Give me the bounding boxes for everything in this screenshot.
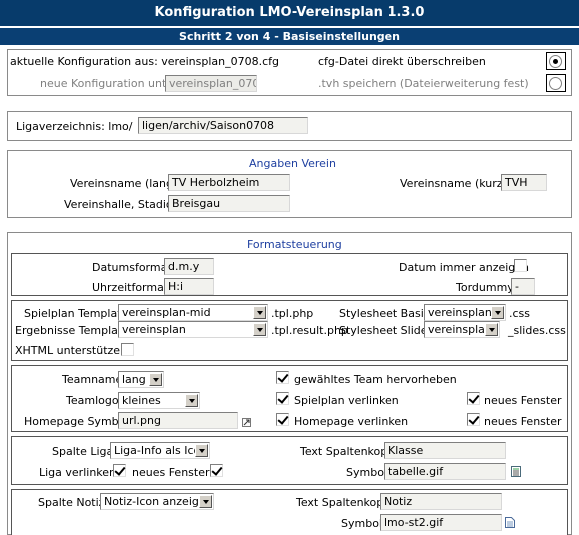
teamlogo-value: kleines	[122, 394, 161, 407]
note-icon	[505, 517, 515, 528]
teamname-label: Teamname	[62, 373, 123, 386]
stylesheet-basis-ext: .css	[509, 307, 531, 320]
verein-long-label: Vereinsname (lang)	[70, 177, 178, 190]
tvh-save-label: .tvh speichern (Dateierweiterung fest)	[318, 77, 529, 90]
stylesheet-slider-value: vereinsplan	[428, 323, 492, 336]
spielplan-template-value: vereinsplan-mid	[122, 306, 211, 319]
homepage-link-icon	[242, 418, 251, 427]
chevron-down-icon	[149, 373, 162, 386]
verein-hall-input[interactable]: Breisgau	[168, 195, 290, 212]
current-config-label: aktuelle Konfiguration aus: vereinsplan_…	[10, 55, 279, 68]
time-format-label: Uhrzeitformat	[92, 281, 169, 294]
result-template-label: Ergebnisse Template	[15, 324, 129, 337]
link-home-new-window-label: neues Fenster	[484, 415, 562, 428]
stylesheet-basis-value: vereinsplan	[428, 306, 492, 319]
date-format-label: Datumsformat	[92, 261, 172, 274]
spalte-notiz-label: Spalte Notiz	[38, 496, 105, 509]
result-template-select[interactable]: vereinsplan	[118, 321, 268, 338]
liga-link-checkbox[interactable]	[113, 464, 126, 477]
stylesheet-slider-label: Stylesheet Slider	[339, 324, 433, 337]
spalte-notiz-select[interactable]: Notiz-Icon anzeigen	[100, 493, 214, 510]
spalte-liga-header-input[interactable]: Klasse	[384, 442, 506, 459]
overwrite-radio[interactable]	[549, 55, 562, 68]
table-icon	[511, 466, 521, 477]
link-plan-label: Spielplan verlinken	[294, 394, 399, 407]
spielplan-template-select[interactable]: vereinsplan-mid	[118, 304, 268, 321]
highlight-team-checkbox[interactable]	[276, 371, 289, 384]
homepage-symbol-label: Homepage Symbol	[24, 415, 129, 428]
result-template-ext: .tpl.result.php	[271, 324, 348, 337]
new-config-input[interactable]: vereinsplan_0708	[165, 75, 257, 92]
spalte-liga-header-label: Text Spaltenkopf	[300, 445, 392, 458]
teamlogo-select[interactable]: kleines	[118, 392, 200, 409]
highlight-team-label: gewähltes Team hervorheben	[294, 373, 457, 386]
overwrite-label: cfg-Datei direkt überschreiben	[318, 55, 486, 68]
link-plan-new-window-checkbox[interactable]	[467, 392, 480, 405]
spalte-liga-value: Liga-Info als Icon	[114, 444, 208, 457]
tordummy-input[interactable]: -	[511, 278, 535, 295]
homepage-symbol-input[interactable]: url.png	[118, 412, 238, 429]
chevron-down-icon	[195, 444, 208, 457]
chevron-down-icon	[485, 323, 498, 336]
xhtml-label: XHTML unterstützen	[15, 344, 128, 357]
stylesheet-slider-select[interactable]: vereinsplan	[424, 321, 500, 338]
chevron-down-icon	[253, 323, 266, 336]
time-format-input[interactable]: H:i	[164, 278, 214, 295]
liga-symbol-input[interactable]: tabelle.gif	[384, 463, 506, 480]
spalte-liga-select[interactable]: Liga-Info als Icon	[110, 442, 210, 459]
tordummy-label: Tordummy	[456, 281, 514, 294]
liga-new-window-checkbox[interactable]	[210, 464, 223, 477]
liga-dir-input[interactable]: ligen/archiv/Saison0708	[138, 117, 308, 134]
date-always-label: Datum immer anzeigen	[399, 261, 530, 274]
chevron-down-icon	[253, 306, 266, 319]
link-home-label: Homepage verlinken	[294, 415, 409, 428]
spalte-notiz-header-input[interactable]: Notiz	[380, 493, 502, 510]
verein-header: Angaben Verein	[249, 157, 336, 170]
tvh-radio[interactable]	[549, 77, 562, 90]
chevron-down-icon	[199, 495, 212, 508]
verein-long-input[interactable]: TV Herbolzheim	[168, 174, 290, 191]
chevron-down-icon	[185, 394, 198, 407]
teamname-value: lang	[122, 373, 146, 386]
step-title: Schritt 2 von 4 - Basiseinstellungen	[0, 28, 579, 45]
chevron-down-icon	[491, 306, 504, 319]
date-format-input[interactable]: d.m.y	[164, 258, 214, 275]
notiz-symbol-input[interactable]: lmo-st2.gif	[380, 514, 502, 531]
link-home-checkbox[interactable]	[276, 413, 289, 426]
link-home-new-window-checkbox[interactable]	[467, 413, 480, 426]
link-plan-new-window-label: neues Fenster	[484, 394, 562, 407]
notiz-symbol-label: Symbol	[341, 517, 382, 530]
xhtml-checkbox[interactable]	[121, 343, 134, 356]
stylesheet-basis-select[interactable]: vereinsplan	[424, 304, 506, 321]
liga-new-window-label: neues Fenster	[132, 466, 210, 479]
teamname-select[interactable]: lang	[118, 371, 164, 388]
liga-symbol-label: Symbol	[346, 466, 387, 479]
stylesheet-basis-label: Stylesheet Basis	[339, 307, 430, 320]
format-header: Formatsteuerung	[247, 238, 342, 251]
date-always-checkbox[interactable]	[514, 259, 527, 272]
spalte-notiz-header-label: Text Spaltenkopf	[296, 496, 388, 509]
verein-short-input[interactable]: TVH	[501, 174, 547, 191]
stylesheet-slider-ext: _slides.css	[508, 324, 566, 337]
spalte-notiz-value: Notiz-Icon anzeigen	[104, 495, 213, 508]
liga-link-label: Liga verlinken	[39, 466, 117, 479]
spalte-liga-label: Spalte Liga	[52, 445, 114, 458]
spielplan-template-label: Spielplan Template	[24, 307, 129, 320]
link-plan-checkbox[interactable]	[276, 392, 289, 405]
window-title: Konfiguration LMO-Vereinsplan 1.3.0	[0, 0, 579, 26]
verein-hall-label: Vereinshalle, Stadion	[64, 198, 180, 211]
new-config-label: neue Konfiguration unter:	[40, 77, 182, 90]
liga-dir-label: Ligaverzeichnis: lmo/	[16, 120, 133, 133]
teamlogo-label: Teamlogo	[66, 394, 119, 407]
result-template-value: vereinsplan	[122, 323, 186, 336]
verein-short-label: Vereinsname (kurz)	[400, 177, 507, 190]
spielplan-template-ext: .tpl.php	[271, 307, 314, 320]
